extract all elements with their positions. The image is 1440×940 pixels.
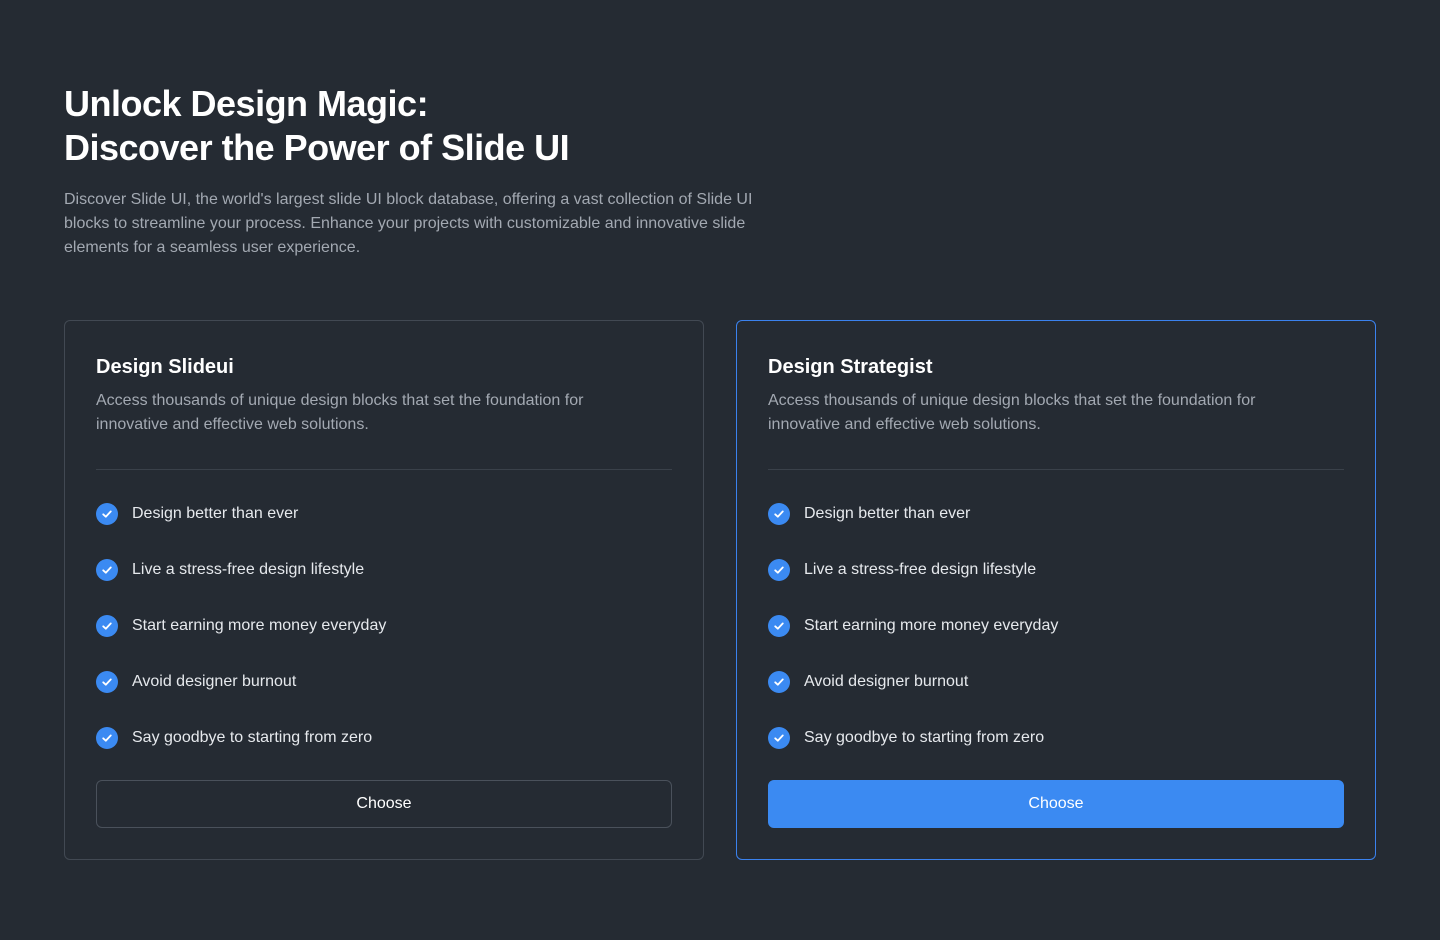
list-item: Live a stress-free design lifestyle <box>768 558 1344 582</box>
list-item: Say goodbye to starting from zero <box>96 726 672 750</box>
pricing-page: Unlock Design Magic: Discover the Power … <box>0 0 1440 940</box>
list-item: Live a stress-free design lifestyle <box>96 558 672 582</box>
check-circle-icon <box>96 503 118 525</box>
plan-cards: Design Slideui Access thousands of uniqu… <box>64 320 1376 860</box>
check-circle-icon <box>768 503 790 525</box>
plan-card-design-slideui: Design Slideui Access thousands of uniqu… <box>64 320 704 860</box>
plan-description: Access thousands of unique design blocks… <box>96 392 584 433</box>
list-item: Start earning more money everyday <box>768 614 1344 638</box>
feature-label: Design better than ever <box>132 505 299 522</box>
plan-title: Design Strategist <box>768 356 933 378</box>
check-circle-icon <box>96 559 118 581</box>
choose-button-design-slideui[interactable]: Choose <box>96 780 672 828</box>
feature-label: Design better than ever <box>804 505 971 522</box>
list-item: Design better than ever <box>96 502 672 526</box>
page-title-line-2: Discover the Power of Slide UI <box>64 127 570 168</box>
list-item: Design better than ever <box>768 502 1344 526</box>
check-circle-icon <box>768 727 790 749</box>
feature-label: Say goodbye to starting from zero <box>804 729 1045 746</box>
choose-button-design-strategist[interactable]: Choose <box>768 780 1344 828</box>
feature-label: Avoid designer burnout <box>132 673 297 690</box>
page-title: Unlock Design Magic: Discover the Power … <box>64 82 1376 170</box>
feature-label: Start earning more money everyday <box>804 617 1059 634</box>
check-circle-icon <box>768 671 790 693</box>
divider <box>768 469 1344 470</box>
check-circle-icon <box>768 559 790 581</box>
feature-label: Avoid designer burnout <box>804 673 969 690</box>
list-item: Start earning more money everyday <box>96 614 672 638</box>
check-circle-icon <box>768 615 790 637</box>
feature-list: Design better than ever Live a stress-fr… <box>96 502 672 750</box>
feature-label: Start earning more money everyday <box>132 617 387 634</box>
feature-label: Say goodbye to starting from zero <box>132 729 373 746</box>
plan-card-design-strategist: Design Strategist Access thousands of un… <box>736 320 1376 860</box>
list-item: Say goodbye to starting from zero <box>768 726 1344 750</box>
check-circle-icon <box>96 615 118 637</box>
list-item: Avoid designer burnout <box>96 670 672 694</box>
list-item: Avoid designer burnout <box>768 670 1344 694</box>
divider <box>96 469 672 470</box>
check-circle-icon <box>96 727 118 749</box>
feature-label: Live a stress-free design lifestyle <box>804 561 1037 578</box>
page-title-line-1: Unlock Design Magic: <box>64 83 429 124</box>
feature-label: Live a stress-free design lifestyle <box>132 561 365 578</box>
check-circle-icon <box>96 671 118 693</box>
feature-list: Design better than ever Live a stress-fr… <box>768 502 1344 750</box>
plan-title: Design Slideui <box>96 356 234 378</box>
plan-description: Access thousands of unique design blocks… <box>768 392 1256 433</box>
page-description: Discover Slide UI, the world's largest s… <box>64 191 753 256</box>
